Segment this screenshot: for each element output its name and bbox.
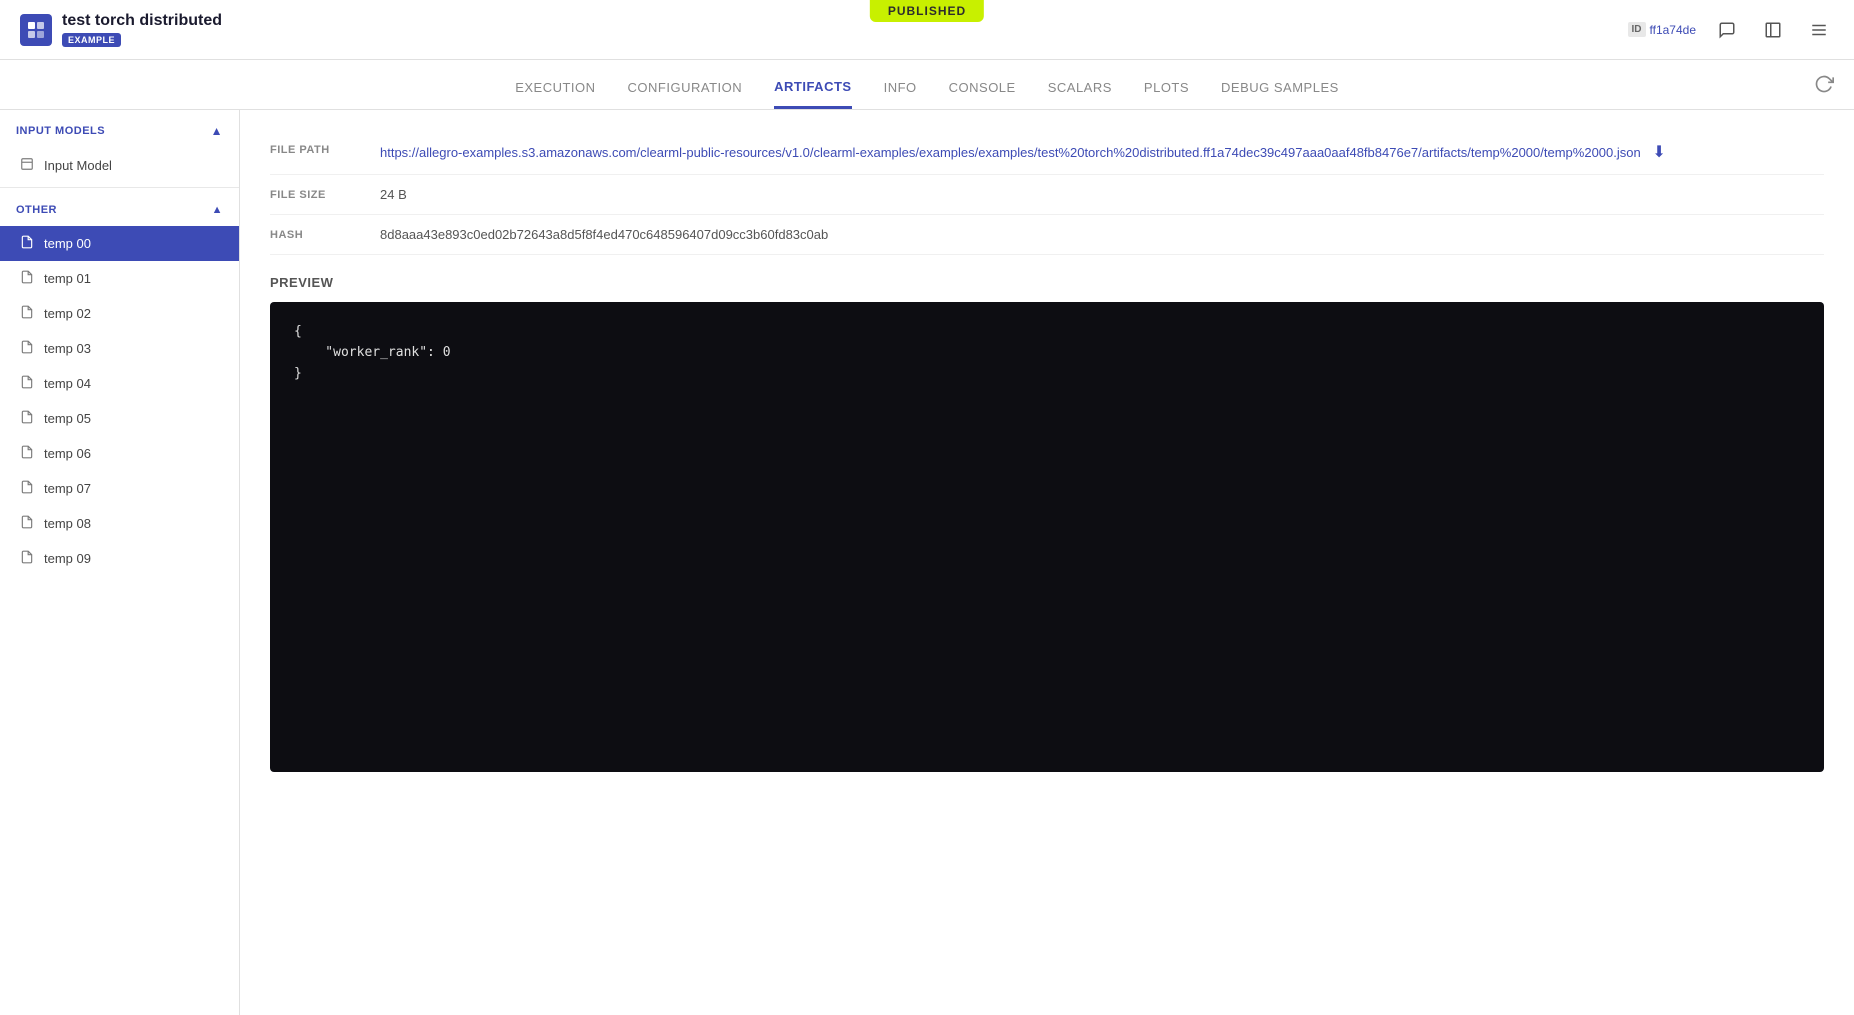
temp07-file-icon	[20, 480, 34, 497]
tab-console[interactable]: CONSOLE	[949, 80, 1016, 109]
page-title: test torch distributed	[62, 12, 222, 30]
code-preview: { "worker_rank": 0 }	[270, 302, 1824, 772]
sidebar-divider	[0, 187, 239, 188]
temp09-file-icon	[20, 550, 34, 567]
temp00-label: temp 00	[44, 236, 91, 251]
sidebar-item-temp00[interactable]: temp 00	[0, 226, 239, 261]
sidebar-item-temp01[interactable]: temp 01	[0, 261, 239, 296]
sidebar-item-temp02[interactable]: temp 02	[0, 296, 239, 331]
other-chevron-icon: ▲	[212, 204, 223, 216]
temp00-file-icon	[20, 235, 34, 252]
sidebar-item-input-model[interactable]: Input Model	[0, 148, 239, 183]
tab-execution[interactable]: EXECUTION	[515, 80, 595, 109]
file-size-row: FILE SIZE 24 B	[270, 175, 1824, 215]
tab-plots[interactable]: PLOTS	[1144, 80, 1189, 109]
temp06-file-icon	[20, 445, 34, 462]
temp04-label: temp 04	[44, 376, 91, 391]
header-right: ID ff1a74de	[1628, 15, 1835, 45]
header-title-area: test torch distributed EXAMPLE	[62, 12, 222, 48]
sidebar-item-temp04[interactable]: temp 04	[0, 366, 239, 401]
input-models-chevron-icon: ▲	[211, 124, 223, 138]
preview-title: PREVIEW	[270, 275, 1824, 290]
temp03-file-icon	[20, 340, 34, 357]
sidebar: INPUT MODELS ▲ Input Model OTHER ▲	[0, 110, 240, 1015]
input-model-icon	[20, 157, 34, 174]
sidebar-item-temp08[interactable]: temp 08	[0, 506, 239, 541]
published-banner: PUBLISHED	[870, 0, 984, 22]
id-value: ff1a74de	[1650, 23, 1697, 37]
file-path-row: FILE PATH https://allegro-examples.s3.am…	[270, 130, 1824, 175]
menu-icon-button[interactable]	[1804, 15, 1834, 45]
example-badge: EXAMPLE	[62, 33, 121, 47]
temp08-file-icon	[20, 515, 34, 532]
comment-icon-button[interactable]	[1712, 15, 1742, 45]
preview-section: PREVIEW { "worker_rank": 0 }	[270, 275, 1824, 772]
file-path-value: https://allegro-examples.s3.amazonaws.co…	[380, 142, 1824, 162]
temp08-label: temp 08	[44, 516, 91, 531]
temp01-file-icon	[20, 270, 34, 287]
temp03-label: temp 03	[44, 341, 91, 356]
download-icon[interactable]: ⬇	[1652, 144, 1665, 161]
sidebar-item-temp06[interactable]: temp 06	[0, 436, 239, 471]
hash-row: HASH 8d8aaa43e893c0ed02b72643a8d5f8f4ed4…	[270, 215, 1824, 255]
refresh-icon-button[interactable]	[1814, 74, 1834, 99]
id-badge: ID ff1a74de	[1628, 22, 1697, 37]
tab-artifacts[interactable]: ARTIFACTS	[774, 79, 851, 109]
input-models-section-header[interactable]: INPUT MODELS ▲	[0, 110, 239, 148]
file-size-label: FILE SIZE	[270, 187, 360, 201]
other-section-header[interactable]: OTHER ▲	[0, 192, 239, 226]
tab-scalars[interactable]: SCALARS	[1048, 80, 1112, 109]
tab-debug-samples[interactable]: DEBUG SAMPLES	[1221, 80, 1339, 109]
temp07-label: temp 07	[44, 481, 91, 496]
other-label: OTHER	[16, 204, 57, 216]
tab-configuration[interactable]: CONFIGURATION	[628, 80, 743, 109]
input-models-label: INPUT MODELS	[16, 125, 105, 137]
input-model-label: Input Model	[44, 158, 112, 173]
file-path-link[interactable]: https://allegro-examples.s3.amazonaws.co…	[380, 145, 1641, 160]
sidebar-item-temp07[interactable]: temp 07	[0, 471, 239, 506]
file-size-value: 24 B	[380, 187, 1824, 202]
temp05-file-icon	[20, 410, 34, 427]
temp01-label: temp 01	[44, 271, 91, 286]
artifact-detail: FILE PATH https://allegro-examples.s3.am…	[240, 110, 1854, 792]
sidebar-item-temp05[interactable]: temp 05	[0, 401, 239, 436]
header-logo: test torch distributed EXAMPLE	[20, 12, 222, 48]
temp05-label: temp 05	[44, 411, 91, 426]
sidebar-item-temp09[interactable]: temp 09	[0, 541, 239, 576]
nav-tabs: EXECUTION CONFIGURATION ARTIFACTS INFO C…	[0, 60, 1854, 110]
temp02-label: temp 02	[44, 306, 91, 321]
file-path-label: FILE PATH	[270, 142, 360, 156]
temp04-file-icon	[20, 375, 34, 392]
temp02-file-icon	[20, 305, 34, 322]
hash-label: HASH	[270, 227, 360, 241]
content-area: FILE PATH https://allegro-examples.s3.am…	[240, 110, 1854, 1015]
tab-info[interactable]: INFO	[884, 80, 917, 109]
file-size-text: 24 B	[380, 187, 407, 202]
expand-icon-button[interactable]	[1758, 15, 1788, 45]
hash-value: 8d8aaa43e893c0ed02b72643a8d5f8f4ed470c64…	[380, 227, 1824, 242]
temp09-label: temp 09	[44, 551, 91, 566]
sidebar-item-temp03[interactable]: temp 03	[0, 331, 239, 366]
id-label: ID	[1628, 22, 1646, 37]
temp06-label: temp 06	[44, 446, 91, 461]
app-logo-icon[interactable]	[20, 14, 52, 46]
main-layout: INPUT MODELS ▲ Input Model OTHER ▲	[0, 110, 1854, 1015]
